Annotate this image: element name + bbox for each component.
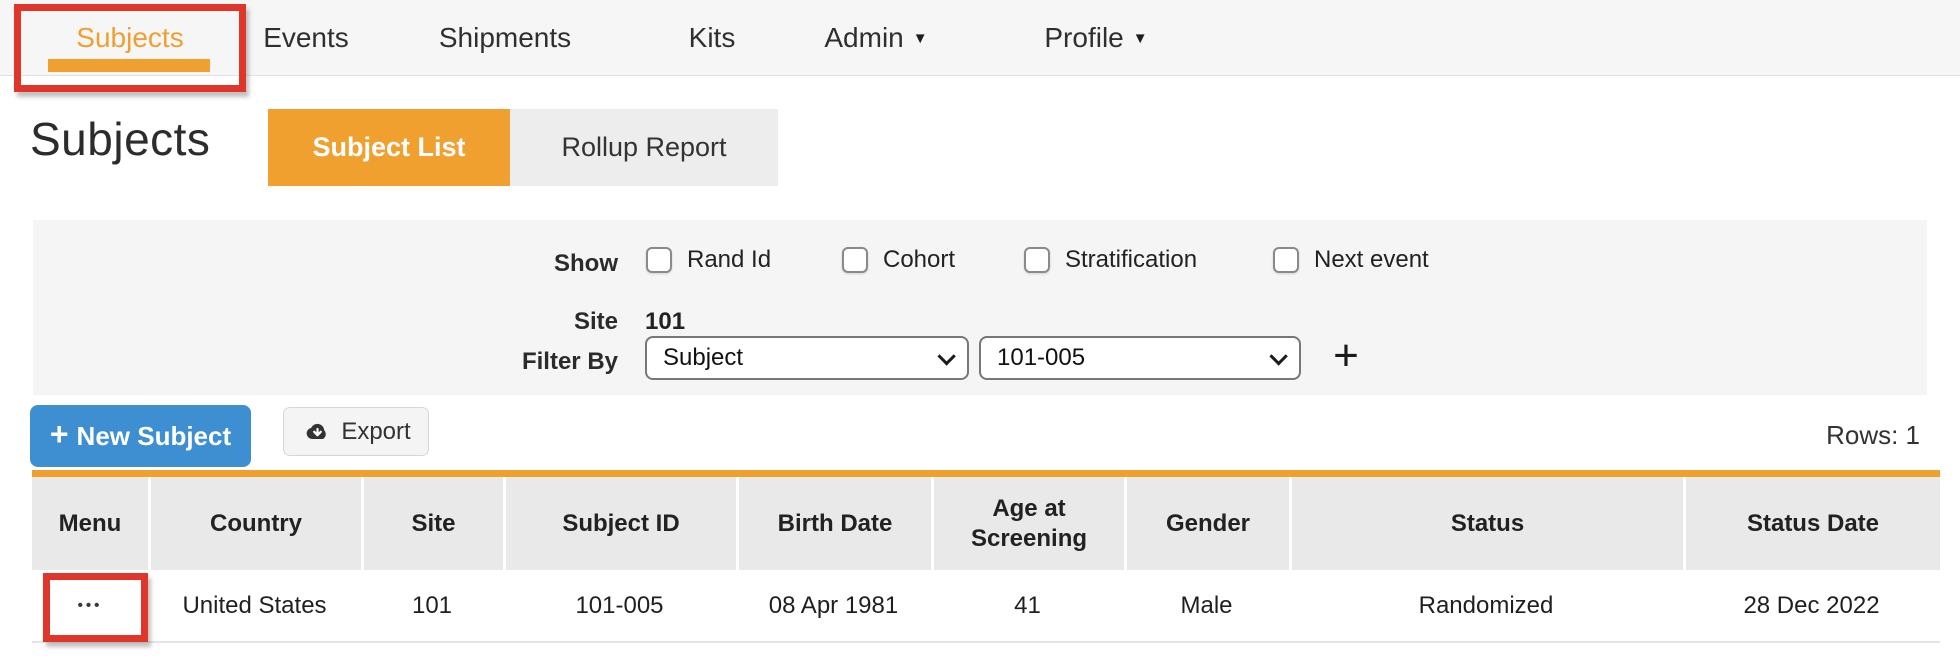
filter-value-selected-value: 101-005	[997, 344, 1085, 372]
new-subject-button-label: New Subject	[77, 421, 232, 452]
filter-value-select[interactable]: 101-005	[979, 336, 1301, 380]
column-header-menu: Menu	[32, 477, 148, 570]
nav-item-events[interactable]: Events	[256, 0, 356, 76]
filter-by-label: Filter By	[458, 348, 618, 376]
ellipsis-menu-icon: •••	[78, 597, 103, 614]
cohort-checkbox[interactable]	[842, 247, 868, 273]
site-value: 101	[645, 308, 685, 336]
next-event-checkbox[interactable]	[1273, 247, 1299, 273]
nav-item-shipments[interactable]: Shipments	[420, 0, 590, 76]
cell-country: United States	[148, 570, 361, 641]
chevron-down-icon	[937, 347, 955, 365]
cell-gender: Male	[1124, 570, 1289, 641]
chevron-down-icon	[1269, 347, 1287, 365]
cell-menu: •••	[32, 570, 148, 641]
nav-item-profile[interactable]: Profile ▼	[1030, 0, 1162, 76]
plus-icon: +	[50, 416, 69, 453]
filter-panel: Show Rand Id Cohort Stratification Next …	[33, 220, 1927, 395]
checkbox-item-stratification[interactable]: Stratification	[1024, 246, 1197, 274]
column-header-age-at-screening: Age at Screening	[931, 477, 1124, 570]
checkbox-item-rand-id[interactable]: Rand Id	[646, 246, 771, 274]
active-tab-underline	[48, 59, 210, 72]
subjects-table: Menu Country Site Subject ID Birth Date …	[32, 470, 1940, 643]
add-filter-button[interactable]: +	[1321, 328, 1371, 384]
checkbox-item-next-event[interactable]: Next event	[1273, 246, 1429, 274]
cell-birth-date: 08 Apr 1981	[736, 570, 931, 641]
column-header-status-date: Status Date	[1683, 477, 1940, 570]
cell-subject-id: 101-005	[503, 570, 736, 641]
cell-status: Randomized	[1289, 570, 1683, 641]
row-menu-button[interactable]: •••	[54, 577, 126, 635]
app-screen: Subjects Events Shipments Kits Admin ▼ P…	[0, 0, 1960, 671]
column-header-country: Country	[148, 477, 361, 570]
export-button-label: Export	[341, 418, 410, 446]
checkbox-item-cohort[interactable]: Cohort	[842, 246, 955, 274]
stratification-checkbox[interactable]	[1024, 247, 1050, 273]
table-header-row: Menu Country Site Subject ID Birth Date …	[32, 470, 1940, 570]
cloud-download-icon	[301, 421, 330, 443]
tab-rollup-report[interactable]: Rollup Report	[510, 109, 778, 186]
cohort-checkbox-label: Cohort	[883, 246, 955, 274]
column-header-status: Status	[1289, 477, 1683, 570]
nav-item-subjects[interactable]: Subjects	[14, 0, 246, 76]
rows-count: Rows: 1	[1826, 420, 1920, 451]
rand-id-checkbox-label: Rand Id	[687, 246, 771, 274]
site-label: Site	[458, 308, 618, 336]
column-header-gender: Gender	[1124, 477, 1289, 570]
cell-site: 101	[361, 570, 503, 641]
caret-down-icon: ▼	[913, 30, 928, 47]
export-button[interactable]: Export	[283, 407, 429, 456]
next-event-checkbox-label: Next event	[1314, 246, 1429, 274]
column-header-subject-id: Subject ID	[503, 477, 736, 570]
caret-down-icon: ▼	[1133, 30, 1148, 47]
tab-subject-list[interactable]: Subject List	[268, 109, 510, 186]
nav-item-admin-label: Admin	[824, 22, 903, 54]
nav-item-shipments-label: Shipments	[439, 22, 571, 54]
nav-item-kits[interactable]: Kits	[672, 0, 752, 76]
nav-item-events-label: Events	[263, 22, 349, 54]
column-header-birth-date: Birth Date	[736, 477, 931, 570]
column-header-site: Site	[361, 477, 503, 570]
cell-status-date: 28 Dec 2022	[1683, 570, 1940, 641]
filter-field-select[interactable]: Subject	[645, 336, 969, 380]
top-navigation: Subjects Events Shipments Kits Admin ▼ P…	[0, 0, 1960, 76]
nav-item-kits-label: Kits	[689, 22, 736, 54]
show-label: Show	[458, 250, 618, 278]
nav-item-subjects-label: Subjects	[76, 22, 183, 54]
view-tabs: Subject List Rollup Report	[268, 109, 778, 186]
filter-field-selected-value: Subject	[663, 344, 743, 372]
rand-id-checkbox[interactable]	[646, 247, 672, 273]
nav-item-profile-label: Profile	[1044, 22, 1123, 54]
page-title: Subjects	[30, 112, 210, 166]
cell-age-at-screening: 41	[931, 570, 1124, 641]
new-subject-button[interactable]: + New Subject	[30, 405, 251, 467]
stratification-checkbox-label: Stratification	[1065, 246, 1197, 274]
nav-item-admin[interactable]: Admin ▼	[812, 0, 940, 76]
table-row: ••• United States 101 101-005 08 Apr 198…	[32, 570, 1940, 643]
